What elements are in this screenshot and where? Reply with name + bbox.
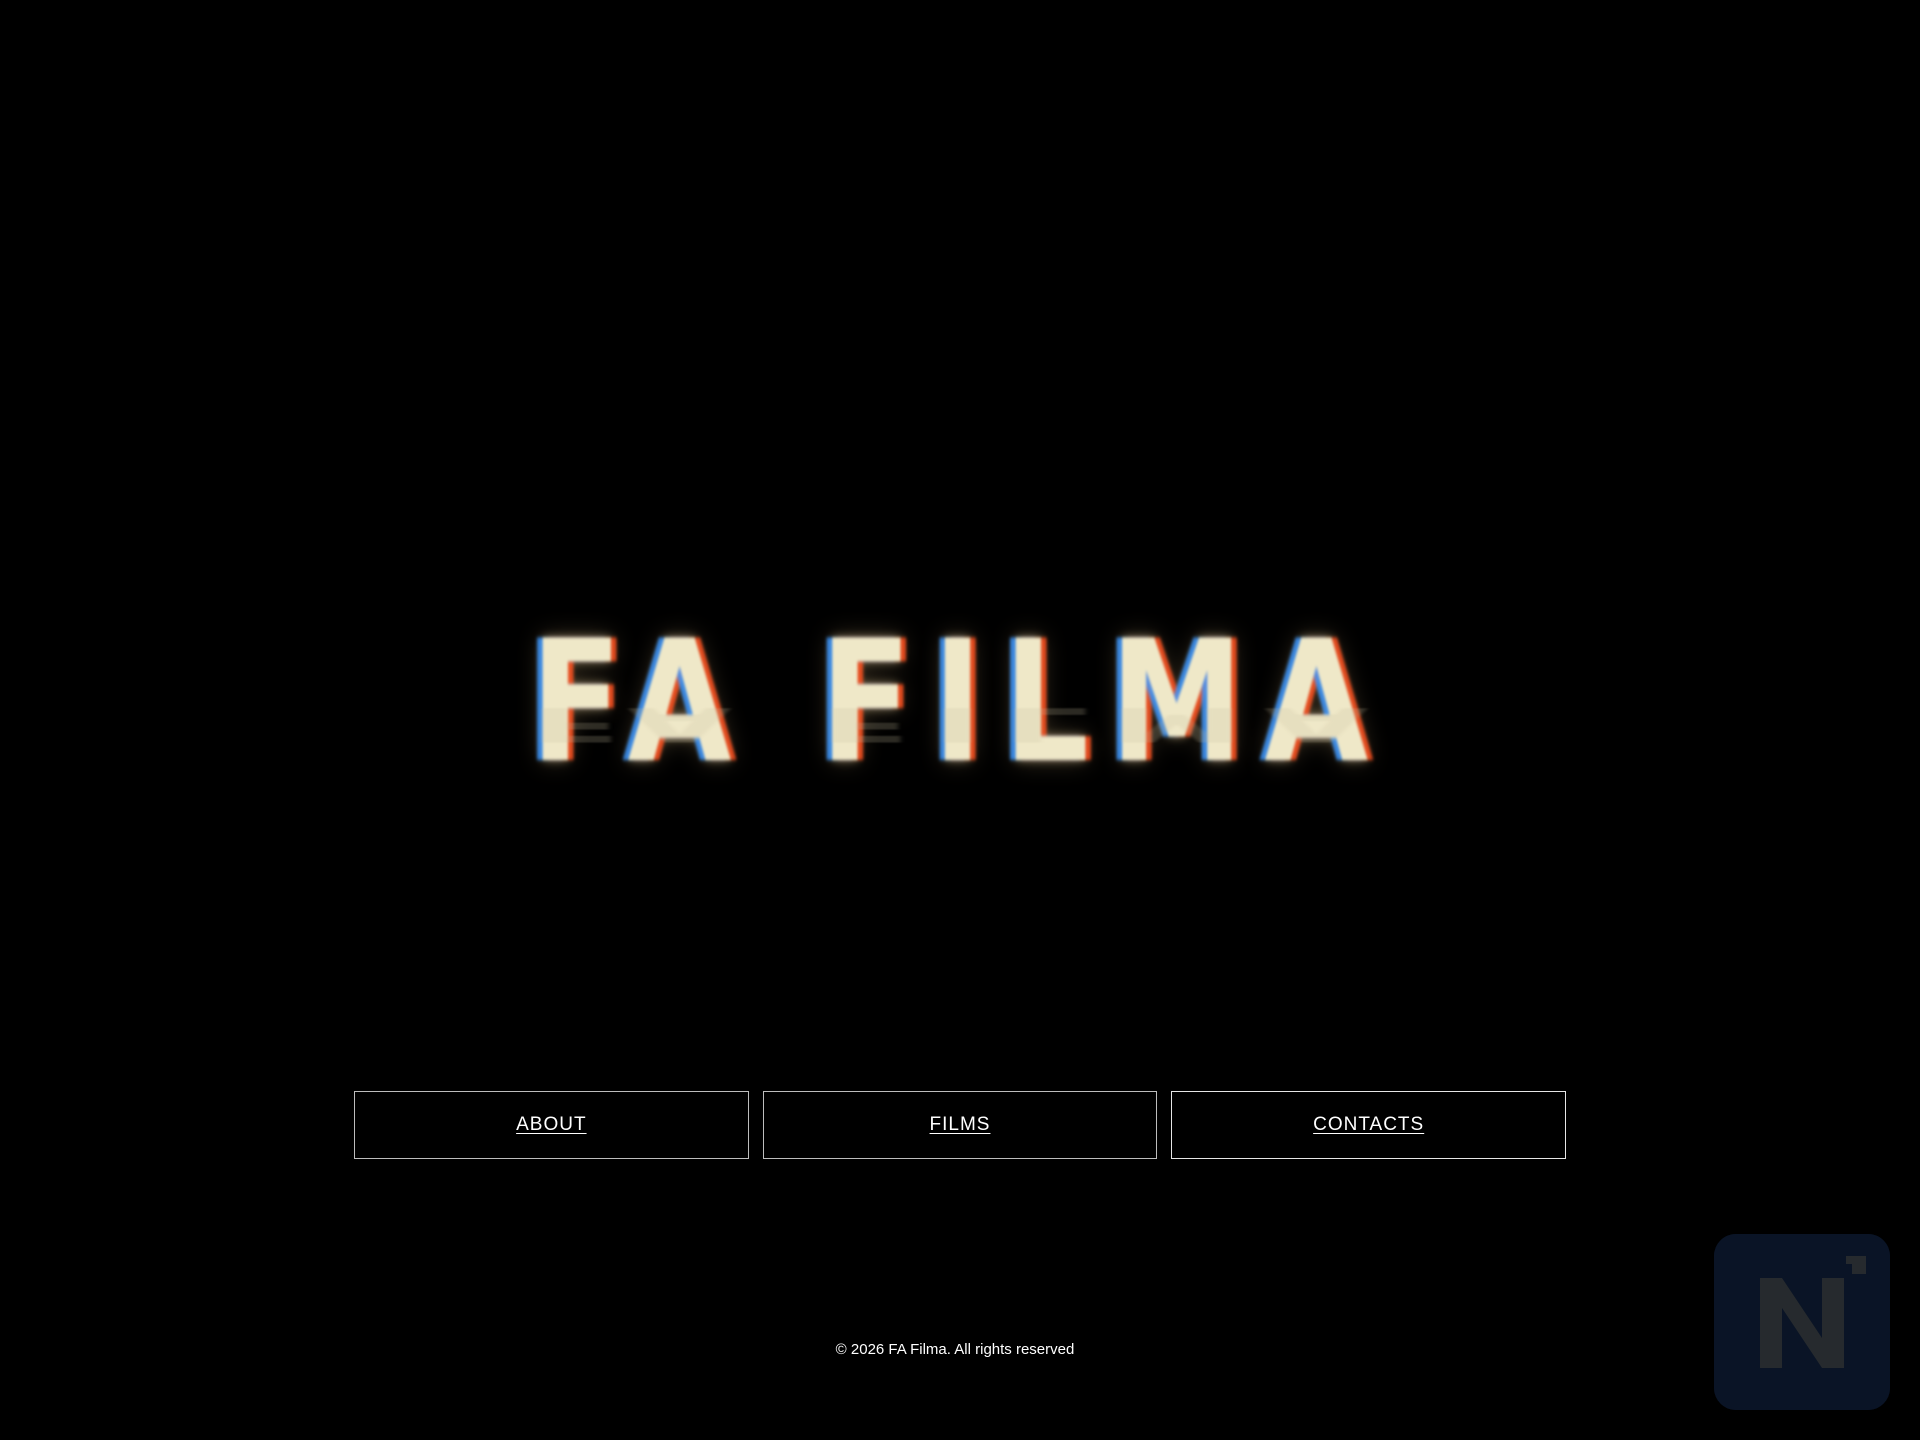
nav-films-label: FILMS xyxy=(929,1114,991,1135)
nav-about-button[interactable]: ABOUT xyxy=(354,1091,749,1159)
page: FA FILMA FA FILMA ABOUT FILMS CONTACTS ©… xyxy=(0,0,1920,1440)
nav-films-button[interactable]: FILMS xyxy=(762,1091,1158,1159)
site-logo: FA FILMA xyxy=(530,604,1390,800)
logo-container: FA FILMA FA FILMA xyxy=(0,600,1920,820)
nav-contacts-button[interactable]: CONTACTS xyxy=(1171,1091,1567,1159)
n-logo-icon xyxy=(1714,1234,1890,1410)
nav-contacts-label: CONTACTS xyxy=(1313,1114,1425,1135)
n-logo-badge[interactable] xyxy=(1714,1234,1890,1410)
main-nav: ABOUT FILMS CONTACTS xyxy=(354,1091,1567,1159)
footer-copyright: © 2026 FA Filma. All rights reserved xyxy=(835,1341,1075,1358)
nav-about-label: ABOUT xyxy=(516,1114,587,1135)
